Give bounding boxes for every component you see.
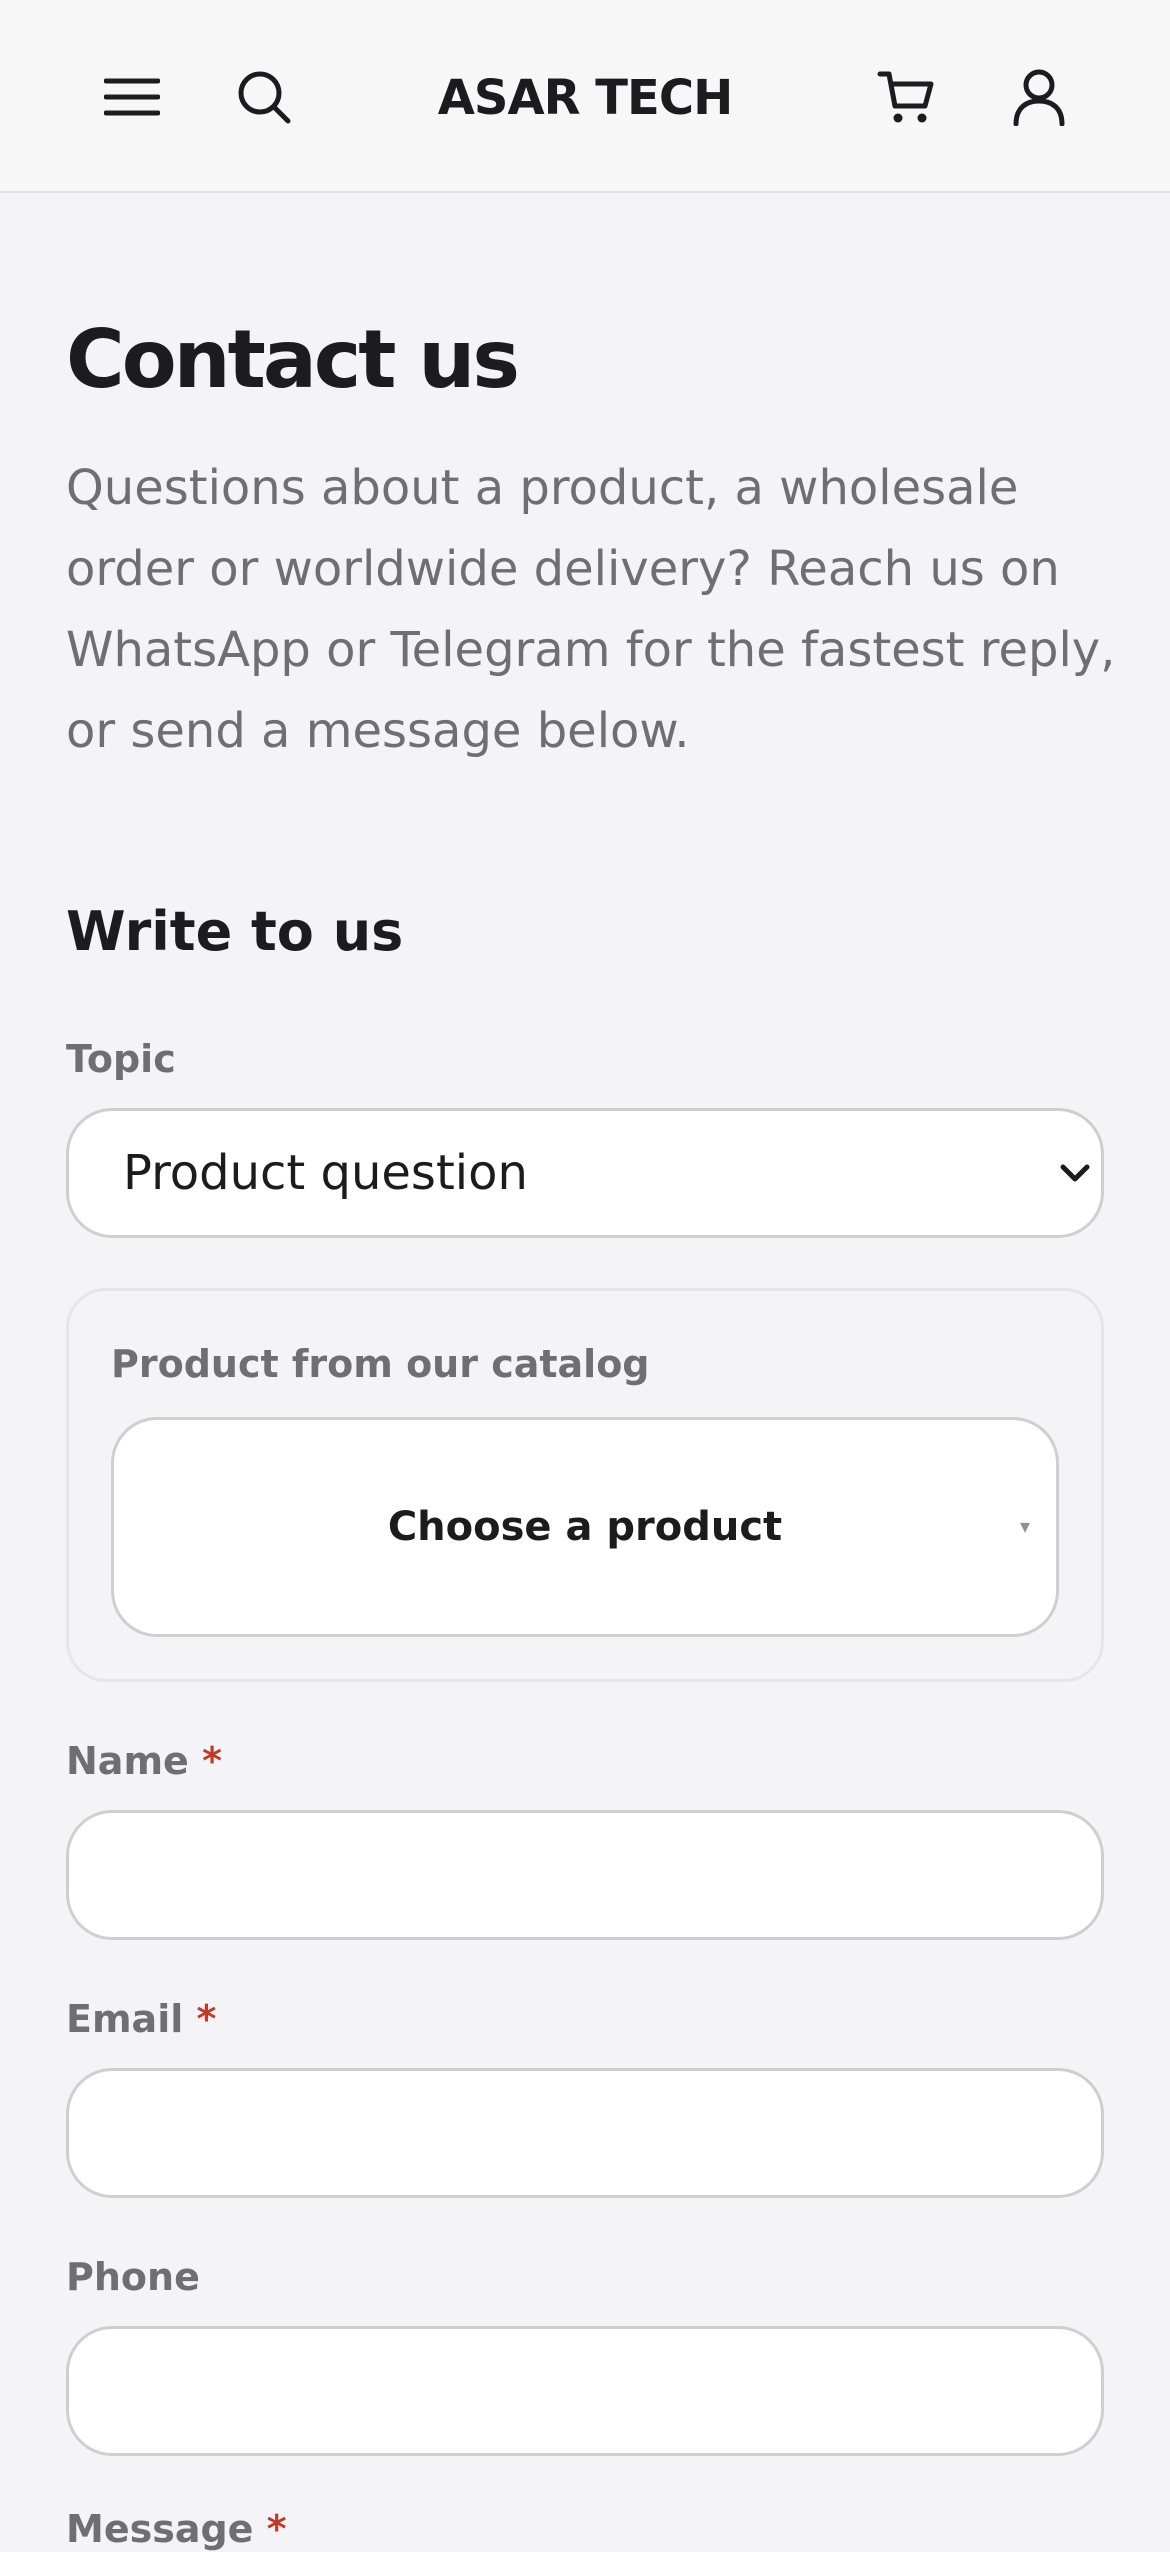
topic-select[interactable]: Product question — [66, 1108, 1104, 1238]
product-catalog-card: Product from our catalog Choose a produc… — [66, 1288, 1104, 1682]
message-label-text: Message — [66, 2507, 254, 2551]
form-section-title: Write to us — [66, 900, 404, 963]
topic-label: Topic — [66, 1037, 176, 1081]
email-field[interactable] — [66, 2068, 1104, 2198]
chevron-down-icon — [1060, 1164, 1090, 1182]
name-label-text: Name — [66, 1739, 189, 1783]
cart-icon[interactable] — [861, 52, 951, 142]
name-label: Name * — [66, 1738, 222, 1784]
required-mark: * — [266, 2507, 287, 2551]
account-icon[interactable] — [994, 52, 1084, 142]
product-select-placeholder: Choose a product — [387, 1504, 783, 1550]
page-intro: Questions about a product, a wholesale o… — [66, 460, 1116, 759]
page-title: Contact us — [66, 313, 520, 406]
phone-label: Phone — [66, 2255, 200, 2299]
name-field[interactable] — [66, 1810, 1104, 1940]
required-mark: * — [202, 1739, 222, 1783]
phone-field[interactable] — [66, 2326, 1104, 2456]
dropdown-arrow-icon: ▾ — [1019, 1516, 1030, 1538]
catalog-label: Product from our catalog — [111, 1342, 650, 1386]
required-mark: * — [196, 1997, 217, 2041]
product-select[interactable]: Choose a product ▾ — [111, 1417, 1059, 1637]
email-label: Email * — [66, 1996, 216, 2042]
site-header: ASAR TECH — [0, 0, 1170, 193]
topic-select-value: Product question — [123, 1145, 528, 1201]
email-label-text: Email — [66, 1997, 184, 2041]
message-label: Message * — [66, 2506, 287, 2552]
